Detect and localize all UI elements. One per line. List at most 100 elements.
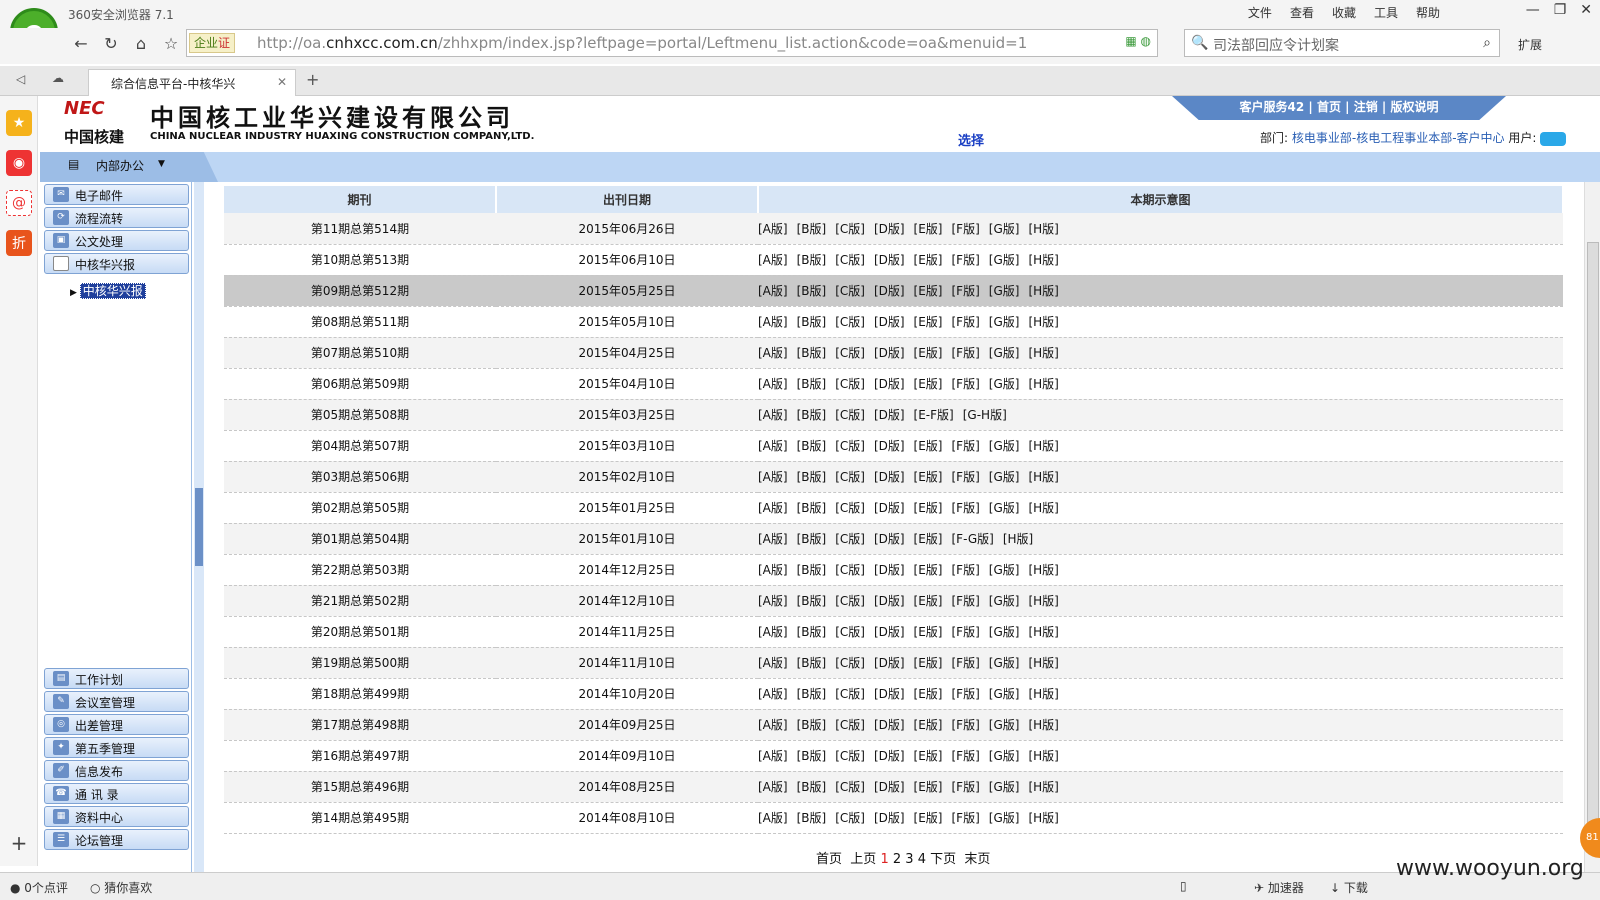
favorite-star-icon[interactable]: ☆ <box>160 34 182 53</box>
url-text[interactable]: http://oa.cnhxcc.com.cn/zhhxpm/index.jsp… <box>257 34 1027 52</box>
table-row[interactable]: 第15期总第496期 2014年08月25日 [A版] [B版] [C版] [D版] [E版… <box>224 771 1563 803</box>
nav-forum[interactable]: ☰ 论坛管理 <box>44 829 189 850</box>
nav-documents[interactable]: ▣ 公文处理 <box>44 230 189 251</box>
edition-link[interactable]: [H版] <box>1028 780 1058 794</box>
edition-link[interactable]: [F版] <box>952 439 980 453</box>
edition-link[interactable]: [E版] <box>914 656 943 670</box>
nav-resources[interactable]: ▦ 资料中心 <box>44 806 189 827</box>
edition-link[interactable]: [D版] <box>874 718 905 732</box>
edition-link[interactable]: [A版] <box>758 253 788 267</box>
edition-link[interactable]: [B版] <box>797 563 827 577</box>
edition-link[interactable]: [F版] <box>952 284 980 298</box>
edition-link[interactable]: [H版] <box>1028 222 1058 236</box>
guess-like[interactable]: ○ 猜你喜欢 <box>90 879 152 896</box>
pager-page-2[interactable]: 2 <box>893 852 901 867</box>
nav-email[interactable]: ✉ 电子邮件 <box>44 184 189 205</box>
edition-link[interactable]: [E版] <box>914 811 943 825</box>
edition-link[interactable]: [G版] <box>989 718 1020 732</box>
edition-link[interactable]: [C版] <box>835 315 865 329</box>
edition-link[interactable]: [G版] <box>989 687 1020 701</box>
edition-link[interactable]: [C版] <box>835 687 865 701</box>
nav-newspaper[interactable]: 中核华兴报 <box>44 253 189 274</box>
edition-link[interactable]: [B版] <box>797 470 827 484</box>
edition-link[interactable]: [H版] <box>1003 532 1033 546</box>
edition-link[interactable]: [G版] <box>989 222 1020 236</box>
edition-link[interactable]: [D版] <box>874 563 905 577</box>
edition-link[interactable]: [E版] <box>914 625 943 639</box>
edition-link[interactable]: [E版] <box>914 532 943 546</box>
edition-link[interactable]: [A版] <box>758 470 788 484</box>
edition-link[interactable]: [G版] <box>989 563 1020 577</box>
edition-link[interactable]: [B版] <box>797 687 827 701</box>
menu-help[interactable]: 帮助 <box>1416 4 1440 21</box>
edition-link[interactable]: [D版] <box>874 315 905 329</box>
edition-link[interactable]: [H版] <box>1028 439 1058 453</box>
edition-link[interactable]: [G版] <box>989 284 1020 298</box>
edition-link[interactable]: [A版] <box>758 687 788 701</box>
edition-link[interactable]: [B版] <box>797 253 827 267</box>
table-row[interactable]: 第03期总第506期 2015年02月10日 [A版] [B版] [C版] [D版] [E版… <box>224 461 1563 493</box>
nav-work-plan[interactable]: ▤ 工作计划 <box>44 668 189 689</box>
edition-link[interactable]: [A版] <box>758 315 788 329</box>
pager-page-1[interactable]: 1 <box>880 852 888 867</box>
edition-link[interactable]: [F-G版] <box>952 532 994 546</box>
table-row[interactable]: 第22期总第503期 2014年12月25日 [A版] [B版] [C版] [D版] [E版… <box>224 554 1563 586</box>
edition-link[interactable]: [E版] <box>914 315 943 329</box>
nav-info-publish[interactable]: ✐ 信息发布 <box>44 760 189 781</box>
menu-favorites[interactable]: 收藏 <box>1332 4 1356 21</box>
edition-link[interactable]: [A版] <box>758 563 788 577</box>
address-bar[interactable]: 企业证 http://oa.cnhxcc.com.cn/zhhxpm/index… <box>186 29 1158 57</box>
edition-link[interactable]: [E版] <box>914 594 943 608</box>
table-row[interactable]: 第20期总第501期 2014年11月25日 [A版] [B版] [C版] [D版] [E版… <box>224 616 1563 648</box>
edition-link[interactable]: [C版] <box>835 253 865 267</box>
table-row[interactable]: 第09期总第512期 2015年05月25日 [A版] [B版] [C版] [D版] [E版… <box>224 275 1563 307</box>
edition-link[interactable]: [D版] <box>874 501 905 515</box>
edition-link[interactable]: [D版] <box>874 811 905 825</box>
edition-link[interactable]: [B版] <box>797 594 827 608</box>
weibo-icon[interactable]: ◉ <box>6 150 32 176</box>
edition-link[interactable]: [D版] <box>874 408 905 422</box>
edition-link[interactable]: [A版] <box>758 501 788 515</box>
cloud-icon[interactable]: ☁ <box>52 71 64 85</box>
edition-link[interactable]: [C版] <box>835 718 865 732</box>
minimize-icon[interactable]: — <box>1526 2 1540 18</box>
edition-link[interactable]: [A版] <box>758 284 788 298</box>
edition-link[interactable]: [E版] <box>914 253 943 267</box>
edition-link[interactable]: [G-H版] <box>963 408 1007 422</box>
nav-fifth-season[interactable]: ✦ 第五季管理 <box>44 737 189 758</box>
edition-link[interactable]: [G版] <box>989 377 1020 391</box>
extensions-button[interactable]: 扩展 <box>1518 36 1542 53</box>
edition-link[interactable]: [H版] <box>1028 315 1058 329</box>
select-link[interactable]: 选择 <box>958 130 984 149</box>
tab-active[interactable]: 综合信息平台-中核华兴 ✕ <box>88 69 296 96</box>
edition-link[interactable]: [F版] <box>952 780 980 794</box>
edition-link[interactable]: [D版] <box>874 470 905 484</box>
menu-view[interactable]: 查看 <box>1290 4 1314 21</box>
edition-link[interactable]: [D版] <box>874 346 905 360</box>
pager-next[interactable]: 下页 <box>930 852 956 867</box>
edition-link[interactable]: [E版] <box>914 563 943 577</box>
edition-link[interactable]: [E-F版] <box>914 408 954 422</box>
edition-link[interactable]: [D版] <box>874 780 905 794</box>
edition-link[interactable]: [G版] <box>989 346 1020 360</box>
edition-link[interactable]: [G版] <box>989 811 1020 825</box>
table-row[interactable]: 第07期总第510期 2015年04月25日 [A版] [B版] [C版] [D版] [E版… <box>224 337 1563 369</box>
table-row[interactable]: 第18期总第499期 2014年10月20日 [A版] [B版] [C版] [D版] [E版… <box>224 678 1563 710</box>
table-row[interactable]: 第21期总第502期 2014年12月10日 [A版] [B版] [C版] [D版] [E版… <box>224 585 1563 617</box>
edition-link[interactable]: [G版] <box>989 470 1020 484</box>
edition-link[interactable]: [F版] <box>952 687 980 701</box>
table-row[interactable]: 第10期总第513期 2015年06月10日 [A版] [B版] [C版] [D版] [E版… <box>224 244 1563 276</box>
edition-link[interactable]: [E版] <box>914 749 943 763</box>
edition-link[interactable]: [C版] <box>835 439 865 453</box>
search-icon[interactable]: ⌕ <box>1483 35 1491 51</box>
edition-link[interactable]: [D版] <box>874 439 905 453</box>
edition-link[interactable]: [E版] <box>914 222 943 236</box>
edition-link[interactable]: [B版] <box>797 346 827 360</box>
scrollbar[interactable] <box>1584 182 1600 872</box>
table-row[interactable]: 第08期总第511期 2015年05月10日 [A版] [B版] [C版] [D版] [E版… <box>224 306 1563 338</box>
edition-link[interactable]: [H版] <box>1028 594 1058 608</box>
edition-link[interactable]: [F版] <box>952 377 980 391</box>
edition-link[interactable]: [A版] <box>758 439 788 453</box>
edition-link[interactable]: [D版] <box>874 687 905 701</box>
edition-link[interactable]: [E版] <box>914 501 943 515</box>
